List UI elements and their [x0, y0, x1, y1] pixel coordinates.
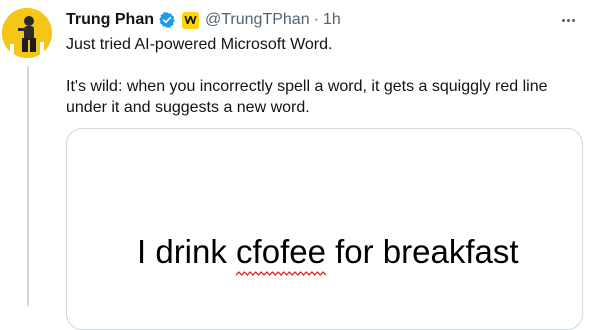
affiliation-badge-icon[interactable]: [182, 11, 199, 29]
thread-line: [27, 66, 29, 306]
tweet-text-line-1: Just tried AI-powered Microsoft Word.: [66, 36, 333, 53]
verified-badge-icon[interactable]: [158, 11, 176, 29]
tweet-text-line-2: It's wild: when you incorrectly spell a …: [66, 78, 548, 116]
affiliation-logo-icon: [184, 16, 197, 24]
spellcheck-squiggle: [236, 271, 326, 276]
tweet-time[interactable]: 1h: [323, 10, 341, 30]
media-text-after: for breakfast: [325, 233, 519, 270]
media-sentence: I drink cfofee for breakfast: [137, 233, 519, 276]
tweet-text: Just tried AI-powered Microsoft Word. It…: [66, 34, 566, 118]
avatar[interactable]: [2, 8, 52, 58]
tweet-media[interactable]: I drink cfofee for breakfast: [66, 128, 583, 330]
media-text-before: I drink: [137, 233, 237, 270]
author-handle[interactable]: @TrungTPhan: [205, 10, 310, 30]
tweet-header: Trung Phan @TrungTPhan · 1h: [66, 10, 341, 30]
misspelled-word-text: cfofee: [236, 233, 326, 270]
separator: ·: [313, 11, 319, 28]
more-options-icon[interactable]: [556, 10, 580, 30]
avatar-icon: [2, 8, 52, 58]
author-name[interactable]: Trung Phan: [66, 10, 154, 30]
misspelled-word: cfofee: [236, 233, 326, 276]
